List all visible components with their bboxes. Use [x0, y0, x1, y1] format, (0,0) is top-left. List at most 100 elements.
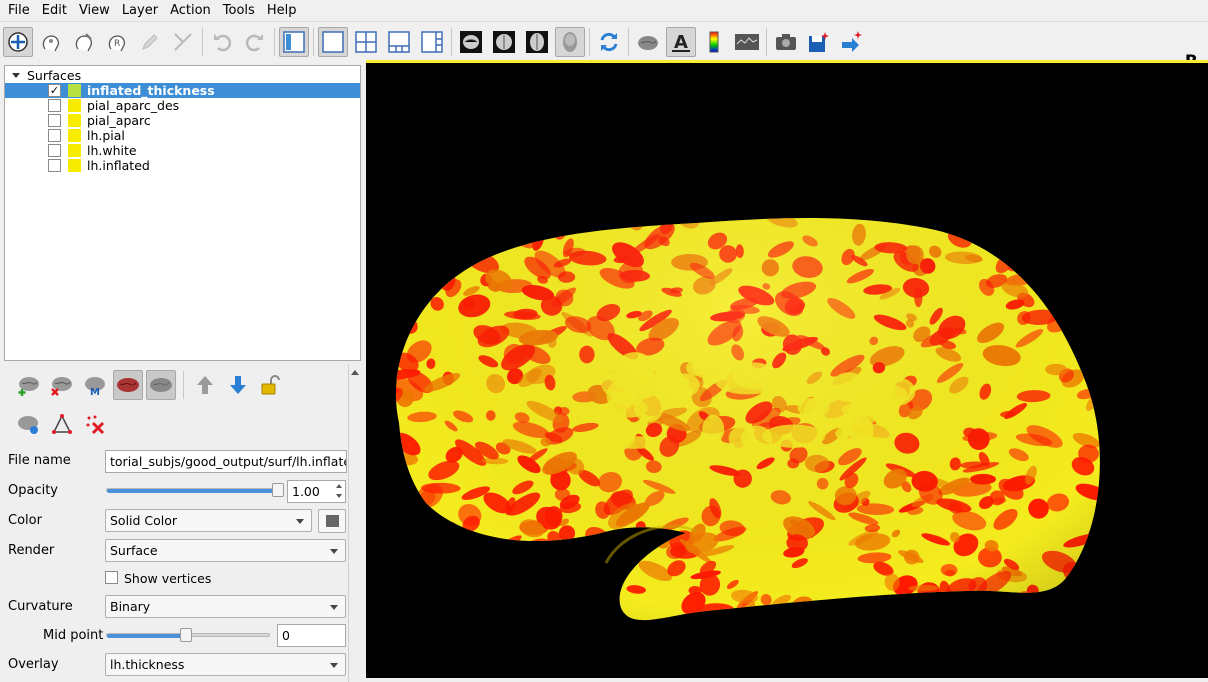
thickness-patch	[395, 602, 414, 611]
recon-edit-button[interactable]: R	[102, 27, 132, 57]
opacity-spinbox[interactable]: 1.00	[287, 480, 346, 503]
thickness-patch	[1077, 591, 1100, 607]
svg-text:A: A	[674, 32, 688, 53]
thickness-patch	[448, 242, 467, 256]
pencil-button[interactable]	[135, 27, 165, 57]
midpoint-slider-handle[interactable]	[180, 628, 192, 642]
layer-visibility-checkbox[interactable]	[48, 129, 61, 142]
edge-color-button[interactable]	[318, 509, 346, 533]
snapshot-button[interactable]	[771, 27, 801, 57]
layout-2x2-button[interactable]	[351, 27, 381, 57]
layout-1-3-horizontal-button[interactable]	[417, 27, 447, 57]
thickness-patch	[514, 221, 540, 234]
surface-button[interactable]	[633, 27, 663, 57]
layer-visibility-checkbox[interactable]: ✓	[48, 84, 61, 97]
annotation-text-button[interactable]: A	[666, 27, 696, 57]
overlay-label: Overlay	[8, 657, 59, 672]
surface-main-button[interactable]: M	[80, 370, 110, 400]
layer-panel-button[interactable]	[279, 27, 309, 57]
surface-settings-button[interactable]	[14, 409, 44, 439]
move-layer-up-button[interactable]	[190, 370, 220, 400]
thickness-patch	[1035, 218, 1053, 230]
menu-action[interactable]: Action	[164, 0, 217, 22]
axial-view-button[interactable]	[522, 27, 552, 57]
layout-1x1-icon	[322, 31, 344, 53]
goto-point-button[interactable]	[837, 27, 867, 57]
color-swatch	[326, 515, 339, 527]
move-layer-down-button[interactable]	[223, 370, 253, 400]
lock-layer-button[interactable]	[256, 370, 286, 400]
layer-tree[interactable]: Surfaces ✓ inflated_thickness pial_aparc_d…	[4, 65, 361, 361]
thickness-patch	[457, 218, 487, 229]
properties-scrollbar[interactable]	[348, 364, 361, 682]
thickness-patch	[968, 597, 1000, 621]
layer-visibility-checkbox[interactable]	[48, 99, 61, 112]
layout-1x1-button[interactable]	[318, 27, 348, 57]
load-surface-button[interactable]	[14, 370, 44, 400]
layer-color-swatch	[68, 99, 81, 112]
redo-icon	[245, 34, 263, 52]
file-name-field[interactable]: torial_subjs/good_output/surf/lh.inflate…	[105, 450, 347, 473]
thickness-patch	[508, 547, 519, 558]
undo-button[interactable]	[207, 27, 237, 57]
clear-marks-button[interactable]	[80, 409, 110, 439]
reset-view-button[interactable]	[594, 27, 624, 57]
3d-render-view[interactable]	[366, 63, 1208, 678]
cursor-style-button[interactable]	[732, 27, 762, 57]
menu-file[interactable]: File	[2, 0, 36, 22]
clear-marks-icon	[86, 415, 105, 435]
save-point-button[interactable]	[804, 27, 834, 57]
roi-edit-button[interactable]	[36, 27, 66, 57]
voxel-edit-button[interactable]	[69, 27, 99, 57]
thickness-patch	[395, 242, 419, 264]
thickness-patch	[1074, 275, 1092, 298]
navigate-button[interactable]	[3, 27, 33, 57]
redo-button[interactable]	[240, 27, 270, 57]
menu-layer[interactable]: Layer	[116, 0, 164, 22]
measure-button[interactable]	[168, 27, 198, 57]
thickness-patch	[395, 544, 412, 563]
menu-edit[interactable]: Edit	[36, 0, 73, 22]
goto-point-icon	[842, 31, 862, 52]
coronal-view-button[interactable]	[489, 27, 519, 57]
sagittal-view-button[interactable]	[456, 27, 486, 57]
colorbar-button[interactable]	[699, 27, 729, 57]
thickness-patch	[1061, 218, 1079, 221]
scroll-up-icon[interactable]	[351, 370, 359, 375]
menu-help[interactable]: Help	[261, 0, 303, 22]
thickness-patch	[401, 229, 437, 250]
layer-item[interactable]: ✓ inflated_thickness	[5, 83, 360, 98]
layer-visibility-checkbox[interactable]	[48, 144, 61, 157]
layer-visibility-checkbox[interactable]	[48, 114, 61, 127]
menu-view[interactable]: View	[73, 0, 116, 22]
svg-text:M: M	[90, 387, 100, 397]
color-mode-select[interactable]: Solid Color	[105, 509, 312, 532]
overlay-select[interactable]: lh.thickness	[105, 653, 346, 676]
3d-view-button[interactable]	[555, 27, 585, 57]
show-vertices-checkbox[interactable]	[105, 571, 118, 584]
spin-down-icon[interactable]	[336, 494, 342, 498]
thickness-patch	[1071, 305, 1095, 325]
opacity-slider-handle[interactable]	[272, 483, 284, 497]
spin-up-icon[interactable]	[336, 484, 342, 488]
surface-pial-button[interactable]	[113, 370, 143, 400]
path-tool-button[interactable]	[47, 409, 77, 439]
thickness-patch	[1059, 298, 1099, 312]
thickness-patch	[1056, 268, 1071, 282]
menu-tools[interactable]: Tools	[217, 0, 261, 22]
chevron-down-icon[interactable]	[12, 73, 20, 78]
thickness-patch	[474, 608, 486, 621]
render-mode-select[interactable]: Surface	[105, 539, 346, 562]
midpoint-input[interactable]: 0	[277, 624, 346, 647]
pencil-icon	[142, 34, 158, 50]
thickness-patch	[979, 607, 992, 618]
layer-color-swatch	[68, 114, 81, 127]
layout-1-3-button[interactable]	[384, 27, 414, 57]
thickness-patch	[473, 581, 501, 589]
arrow-down-icon	[230, 376, 246, 394]
reset-view-icon	[600, 32, 618, 52]
close-surface-button[interactable]	[47, 370, 77, 400]
surface-inflated-button[interactable]	[146, 370, 176, 400]
curvature-select[interactable]: Binary	[105, 595, 346, 618]
layer-visibility-checkbox[interactable]	[48, 159, 61, 172]
